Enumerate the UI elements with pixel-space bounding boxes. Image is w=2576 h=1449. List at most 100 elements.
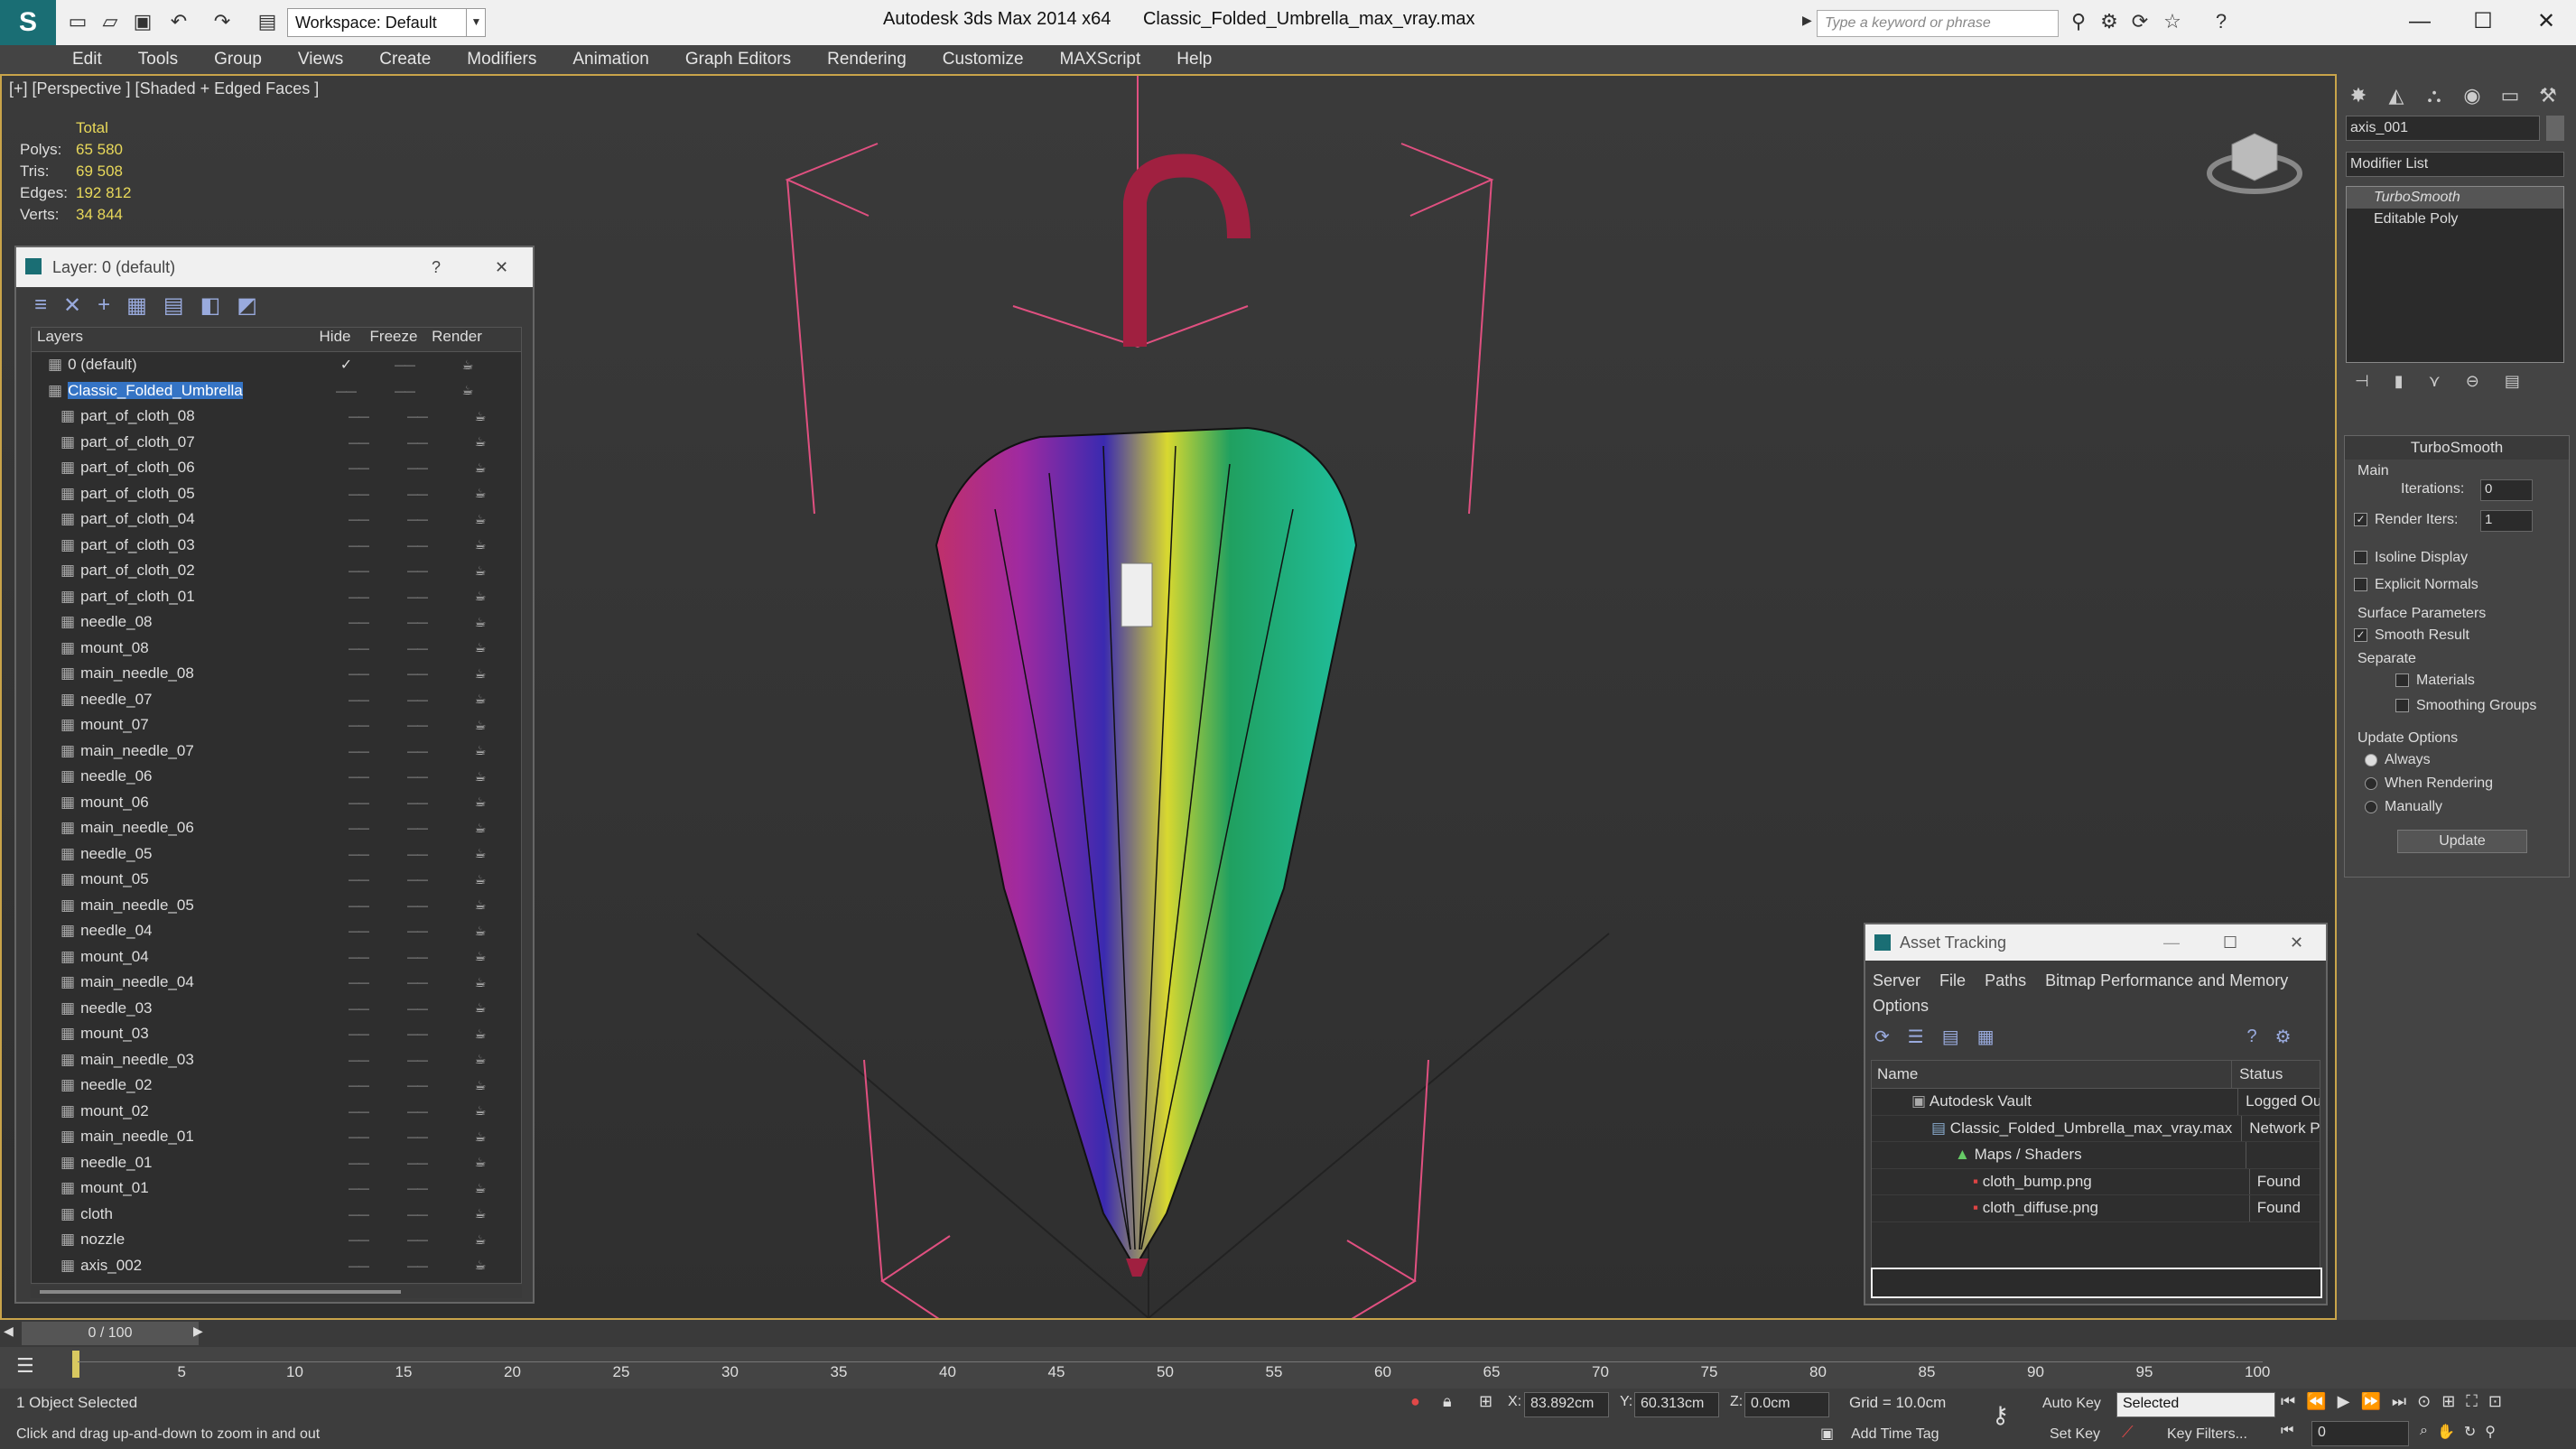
freeze-toggle[interactable]: ——: [386, 745, 449, 757]
favorites-star-icon[interactable]: ☆: [2160, 9, 2185, 34]
layer-row[interactable]: ▦ part_of_cloth_06 —— —— ☕︎: [32, 455, 521, 481]
menu-group[interactable]: Group: [196, 45, 280, 74]
project-folder-icon[interactable]: ▤: [255, 9, 280, 34]
freeze-toggle[interactable]: ——: [386, 1002, 449, 1015]
workspace-dropdown[interactable]: Workspace: Default: [287, 8, 486, 37]
render-teapot-icon[interactable]: ☕︎: [449, 1103, 512, 1119]
hide-toggle[interactable]: ——: [331, 1182, 386, 1194]
asset-path-field[interactable]: [1871, 1268, 2322, 1298]
hide-toggle[interactable]: ——: [331, 564, 386, 577]
layer-row[interactable]: ▦ main_needle_06 —— —— ☕︎: [32, 815, 521, 841]
layer-row[interactable]: ▦ mount_04 —— —— ☕︎: [32, 944, 521, 971]
prev-frame-icon[interactable]: ◀: [4, 1324, 14, 1339]
freeze-toggle[interactable]: ——: [386, 1130, 449, 1143]
show-end-result-icon[interactable]: ▮: [2395, 372, 2404, 399]
hide-toggle[interactable]: ——: [331, 590, 386, 603]
layer-row[interactable]: ▦ mount_02 —— —— ☕︎: [32, 1099, 521, 1125]
freeze-toggle[interactable]: ——: [386, 667, 449, 680]
modifier-list-dropdown[interactable]: Modifier List: [2346, 152, 2564, 177]
maximize-button[interactable]: ☐: [2456, 4, 2510, 40]
set-key-button[interactable]: Set Key: [2050, 1423, 2113, 1446]
exchange-icon[interactable]: ⟳: [2127, 9, 2153, 34]
play-arrow-icon[interactable]: ▶: [1802, 13, 1812, 28]
help-icon[interactable]: ?: [2247, 1026, 2257, 1047]
transform-mode-icon[interactable]: ⊞: [1479, 1392, 1493, 1411]
freeze-toggle[interactable]: ——: [386, 1208, 449, 1221]
render-iters-spinner[interactable]: 1: [2480, 510, 2533, 532]
layers-icon[interactable]: ≡: [34, 293, 47, 318]
curve-editor-icon[interactable]: ☰: [16, 1354, 34, 1378]
redo-icon[interactable]: ↷: [209, 9, 235, 34]
stack-item-turbosmooth[interactable]: TurboSmooth: [2347, 187, 2563, 209]
layer-row[interactable]: ▦ Classic_Folded_Umbrella —— —— ☕︎: [32, 378, 521, 404]
z-coordinate-field[interactable]: 0.0cm: [1744, 1392, 1829, 1417]
hide-toggle[interactable]: ——: [331, 693, 386, 706]
freeze-toggle[interactable]: ——: [386, 899, 449, 912]
hide-toggle[interactable]: ——: [331, 642, 386, 655]
selection-set-dropdown[interactable]: Selected: [2116, 1392, 2275, 1417]
freeze-toggle[interactable]: ——: [386, 539, 449, 552]
viewport-label[interactable]: [+] [Perspective ] [Shaded + Edged Faces…: [9, 79, 319, 98]
always-radio[interactable]: Always: [2365, 752, 2431, 768]
iterations-spinner[interactable]: 0: [2480, 479, 2533, 501]
menu-options[interactable]: Options: [1873, 997, 1929, 1015]
asset-row[interactable]: ▣ Autodesk Vault Logged Ou: [1872, 1089, 2320, 1116]
freeze-toggle[interactable]: ——: [386, 951, 449, 963]
freeze-toggle[interactable]: ——: [386, 616, 449, 628]
menu-server[interactable]: Server: [1873, 971, 1920, 989]
menu-rendering[interactable]: Rendering: [809, 45, 925, 74]
render-teapot-icon[interactable]: ☕︎: [449, 512, 512, 527]
select-in-layer-icon[interactable]: ▦: [126, 293, 147, 319]
x-coordinate-field[interactable]: 83.892cm: [1524, 1392, 1609, 1417]
explicit-normals-checkbox[interactable]: Explicit Normals: [2354, 577, 2478, 593]
save-icon[interactable]: ▣: [130, 9, 155, 34]
hide-toggle[interactable]: ——: [331, 848, 386, 860]
layer-row[interactable]: ▦ main_needle_03 —— —— ☕︎: [32, 1047, 521, 1073]
hierarchy-tab-icon[interactable]: ⛬: [2418, 79, 2450, 112]
menu-bitmap-performance[interactable]: Bitmap Performance and Memory: [2045, 971, 2288, 989]
freeze-toggle[interactable]: ——: [386, 1233, 449, 1246]
lock-icon[interactable]: 🔒︎: [1443, 1392, 1452, 1411]
table-view-icon[interactable]: ▦: [1977, 1026, 1995, 1048]
render-teapot-icon[interactable]: ☕︎: [436, 358, 499, 373]
layer-row[interactable]: ▦ mount_07 —— —— ☕︎: [32, 712, 521, 738]
hide-toggle[interactable]: ——: [331, 436, 386, 449]
hide-toggle[interactable]: ——: [331, 667, 386, 680]
freeze-toggle[interactable]: ——: [386, 642, 449, 655]
hide-toggle[interactable]: ——: [331, 1130, 386, 1143]
list-view-icon[interactable]: ☰: [1908, 1026, 1924, 1048]
render-teapot-icon[interactable]: ☕︎: [449, 1078, 512, 1093]
modify-tab-icon[interactable]: ◭: [2380, 79, 2413, 112]
frame-counter[interactable]: 0 / 100: [22, 1322, 199, 1345]
key-icon[interactable]: ⚷: [1992, 1401, 2009, 1429]
layer-row[interactable]: ▦ needle_03 —— —— ☕︎: [32, 996, 521, 1022]
hide-toggle[interactable]: ——: [331, 410, 386, 423]
render-teapot-icon[interactable]: ☕︎: [449, 949, 512, 964]
horizontal-scrollbar[interactable]: [31, 1286, 522, 1298]
key-filters-button[interactable]: Key Filters...: [2167, 1423, 2266, 1446]
menu-customize[interactable]: Customize: [925, 45, 1042, 74]
object-color-swatch[interactable]: [2546, 116, 2564, 141]
hide-toggle[interactable]: ——: [331, 1259, 386, 1272]
layer-row[interactable]: ▦ nozzle —— —— ☕︎: [32, 1227, 521, 1253]
hide-toggle[interactable]: ——: [331, 1079, 386, 1091]
freeze-toggle[interactable]: ——: [386, 719, 449, 731]
freeze-toggle[interactable]: ——: [386, 488, 449, 500]
delete-icon[interactable]: ✕: [63, 293, 81, 319]
time-tag-icon[interactable]: ▣: [1820, 1425, 1834, 1443]
render-teapot-icon[interactable]: ☕︎: [449, 1052, 512, 1067]
minimize-button[interactable]: —: [2393, 4, 2447, 40]
col-hide[interactable]: Hide: [308, 328, 362, 351]
render-teapot-icon[interactable]: ☕︎: [449, 1206, 512, 1221]
go-to-end-icon[interactable]: ⏭: [2392, 1392, 2406, 1417]
render-iters-checkbox[interactable]: ✓ Render Iters:: [2354, 512, 2458, 528]
motion-tab-icon[interactable]: ◉: [2456, 79, 2488, 112]
create-tab-icon[interactable]: ✸: [2342, 79, 2375, 112]
field-of-view-icon[interactable]: ⛶: [2466, 1392, 2478, 1417]
next-key-icon[interactable]: ⏩: [2360, 1392, 2380, 1417]
pan-icon[interactable]: ✋: [2437, 1423, 2455, 1441]
layer-row[interactable]: ▦ part_of_cloth_04 —— —— ☕︎: [32, 506, 521, 533]
render-teapot-icon[interactable]: ☕︎: [449, 486, 512, 501]
layer-row[interactable]: ▦ needle_08 —— —— ☕︎: [32, 609, 521, 636]
search-input[interactable]: Type a keyword or phrase: [1817, 10, 2059, 37]
